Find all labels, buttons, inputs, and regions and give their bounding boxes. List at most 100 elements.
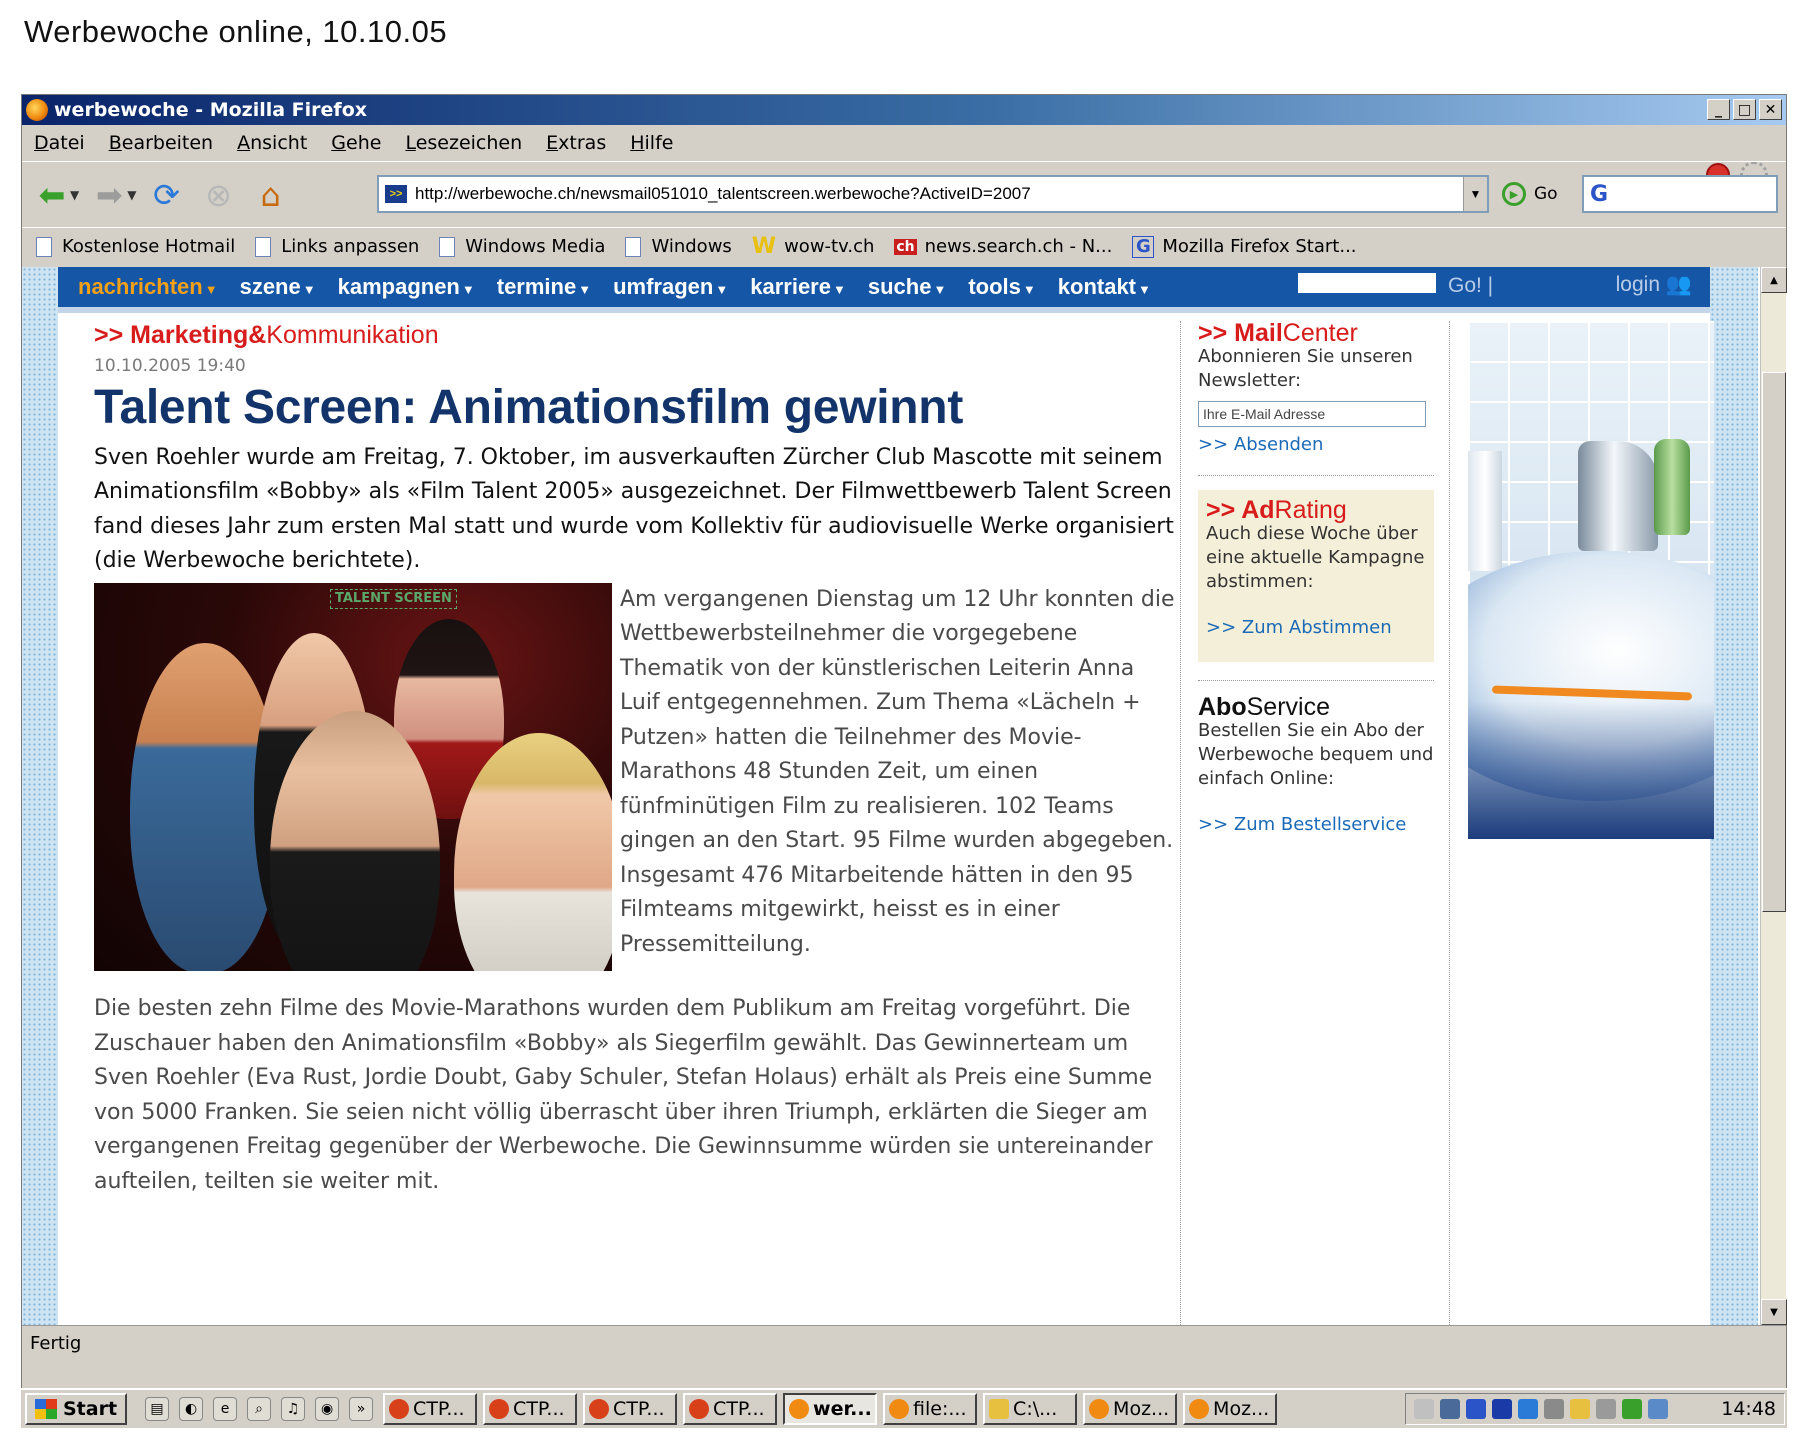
url-bar[interactable]: >> http://werbewoche.ch/newsmail051010_t… (377, 175, 1489, 213)
maximize-button[interactable]: □ (1733, 99, 1756, 120)
go-button[interactable]: ▶ Go (1502, 182, 1558, 206)
bookmark-news-search[interactable]: ch news.search.ch - N... (894, 236, 1112, 257)
bookmark-windows[interactable]: Windows (625, 236, 732, 257)
taskbar-item[interactable]: C:\... (983, 1393, 1078, 1425)
zum-bestellservice-link[interactable]: >> Zum Bestellservice (1198, 813, 1434, 837)
nav-label: tools (968, 274, 1021, 299)
windows-logo-icon (35, 1399, 57, 1419)
reload-icon[interactable]: ⟳ (144, 173, 188, 217)
nav-szene[interactable]: szene ▼ (240, 274, 316, 300)
bookmark-windows-media[interactable]: Windows Media (439, 236, 605, 257)
explorer-icon[interactable]: ◐ (179, 1397, 204, 1421)
window-title: werbewoche - Mozilla Firefox (54, 99, 368, 121)
nav-kampagnen[interactable]: kampagnen ▼ (338, 274, 475, 300)
app-icon (689, 1399, 710, 1419)
more-chevron-icon[interactable]: » (349, 1397, 374, 1421)
menu-bearbeiten[interactable]: Bearbeiten (109, 132, 213, 154)
minimize-button[interactable]: _ (1707, 99, 1730, 120)
bookmark-wow-tv[interactable]: Wwow-tv.ch (752, 234, 875, 259)
navigation-toolbar: ⬅ ▼ ➡ ▼ ⟳ ⊗ ⌂ >> http://werbewoche.ch/ne… (22, 161, 1786, 227)
menu-extras[interactable]: Extras (546, 132, 606, 154)
security-icon[interactable] (1466, 1399, 1486, 1419)
monitor-icon[interactable] (1544, 1399, 1564, 1419)
back-arrow-icon[interactable]: ⬅ (30, 173, 74, 217)
drive-icon[interactable] (1570, 1399, 1590, 1419)
stop-icon[interactable]: ⊗ (196, 173, 240, 217)
scroll-up-icon[interactable]: ▲ (1761, 267, 1787, 293)
heading-bold: Abo (1198, 693, 1247, 721)
menu-gehe[interactable]: Gehe (331, 132, 381, 154)
home-icon[interactable]: ⌂ (248, 173, 292, 217)
scan-icon[interactable] (1596, 1399, 1616, 1419)
desktop-icon[interactable]: ▤ (145, 1397, 170, 1421)
mailcenter-text: Abonnieren Sie unseren Newsletter: (1198, 346, 1413, 391)
bookmark-links-anpassen[interactable]: Links anpassen (255, 236, 419, 257)
nav-label: kontakt (1057, 274, 1137, 299)
column-divider (1449, 321, 1450, 1325)
taskbar-item[interactable]: file:... (883, 1393, 978, 1425)
vertical-scrollbar[interactable]: ▲ ▼ (1760, 267, 1787, 1325)
search-input[interactable]: G (1582, 175, 1778, 213)
dropdown-triangle-icon: ▼ (204, 282, 218, 297)
menu-lesezeichen[interactable]: Lesezeichen (405, 132, 522, 154)
taskbar-label: file:... (913, 1398, 967, 1420)
heading-rest: Service (1246, 693, 1330, 721)
scroll-thumb[interactable] (1762, 372, 1786, 912)
url-history-dropdown-icon[interactable]: ▼ (1463, 177, 1487, 211)
absenden-link[interactable]: >> Absenden (1198, 433, 1434, 457)
media-icon[interactable]: ♫ (281, 1397, 306, 1421)
firefox-icon (1089, 1399, 1110, 1419)
site-search-go-button[interactable]: Go! | (1448, 274, 1493, 298)
update-icon[interactable] (1518, 1399, 1538, 1419)
go-arrow-icon: ▶ (1502, 182, 1526, 206)
quick-launch: ▤ ◐ e ⌕ ♫ ◉ » (145, 1397, 374, 1421)
ie-icon[interactable]: e (213, 1397, 238, 1421)
login-link[interactable]: login 👥 (1616, 273, 1692, 297)
login-label: login (1615, 273, 1660, 296)
firefox-quick-icon[interactable]: ◉ (315, 1397, 340, 1421)
taskbar-item-active[interactable]: wer... (783, 1393, 878, 1425)
color-icon[interactable] (1622, 1399, 1642, 1419)
bookmark-kostenlose-hotmail[interactable]: Kostenlose Hotmail (36, 236, 235, 257)
menu-ansicht[interactable]: Ansicht (237, 132, 307, 154)
taskbar-item[interactable]: Moz... (1183, 1393, 1278, 1425)
bookmark-label: Links anpassen (281, 236, 420, 257)
heading-rest: Center (1282, 319, 1358, 347)
menu-hilfe[interactable]: Hilfe (630, 132, 673, 154)
site-search-input[interactable] (1298, 273, 1436, 293)
nav-tools[interactable]: tools ▼ (968, 274, 1035, 300)
pen-icon[interactable] (1648, 1399, 1668, 1419)
taskbar-item[interactable]: CTP... (483, 1393, 578, 1425)
advertisement-banner[interactable] (1468, 321, 1714, 839)
network-icon[interactable] (1440, 1399, 1460, 1419)
media-player-icon[interactable] (1492, 1399, 1512, 1419)
taskbar-item[interactable]: CTP... (683, 1393, 778, 1425)
forward-dropdown-icon[interactable]: ▼ (127, 188, 136, 202)
page-background-right (1710, 267, 1758, 1325)
scroll-down-icon[interactable]: ▼ (1761, 1299, 1787, 1325)
taskbar-item[interactable]: Moz... (1083, 1393, 1178, 1425)
volume-icon[interactable] (1414, 1399, 1434, 1419)
nav-nachrichten[interactable]: nachrichten ▼ (78, 274, 218, 300)
page-content: >> Marketing&Kommunikation 10.10.2005 19… (58, 313, 1714, 1325)
forward-arrow-icon[interactable]: ➡ (87, 173, 131, 217)
close-button[interactable]: ✕ (1759, 99, 1782, 120)
menu-datei[interactable]: Datei (34, 132, 85, 154)
nav-suche[interactable]: suche ▼ (868, 274, 946, 300)
site-navigation: nachrichten ▼ szene ▼ kampagnen ▼ termine ▼ … (58, 267, 1710, 307)
start-button[interactable]: Start (25, 1393, 128, 1425)
back-dropdown-icon[interactable]: ▼ (70, 188, 79, 202)
taskbar-item[interactable]: CTP... (383, 1393, 478, 1425)
taskbar-item[interactable]: CTP... (583, 1393, 678, 1425)
nav-karriere[interactable]: karriere ▼ (750, 274, 846, 300)
email-field[interactable]: Ihre E-Mail Adresse (1198, 401, 1426, 427)
nav-umfragen[interactable]: umfragen ▼ (613, 274, 728, 300)
page-icon (36, 236, 52, 257)
bookmark-firefox-start[interactable]: G Mozilla Firefox Start... (1132, 235, 1357, 258)
nav-termine[interactable]: termine ▼ (497, 274, 591, 300)
zum-abstimmen-link[interactable]: >> Zum Abstimmen (1206, 616, 1426, 640)
url-text[interactable]: http://werbewoche.ch/newsmail051010_tale… (415, 184, 1031, 204)
nav-kontakt[interactable]: kontakt ▼ (1058, 274, 1151, 300)
taskbar-label: CTP... (413, 1398, 465, 1420)
search-icon[interactable]: ⌕ (247, 1397, 272, 1421)
